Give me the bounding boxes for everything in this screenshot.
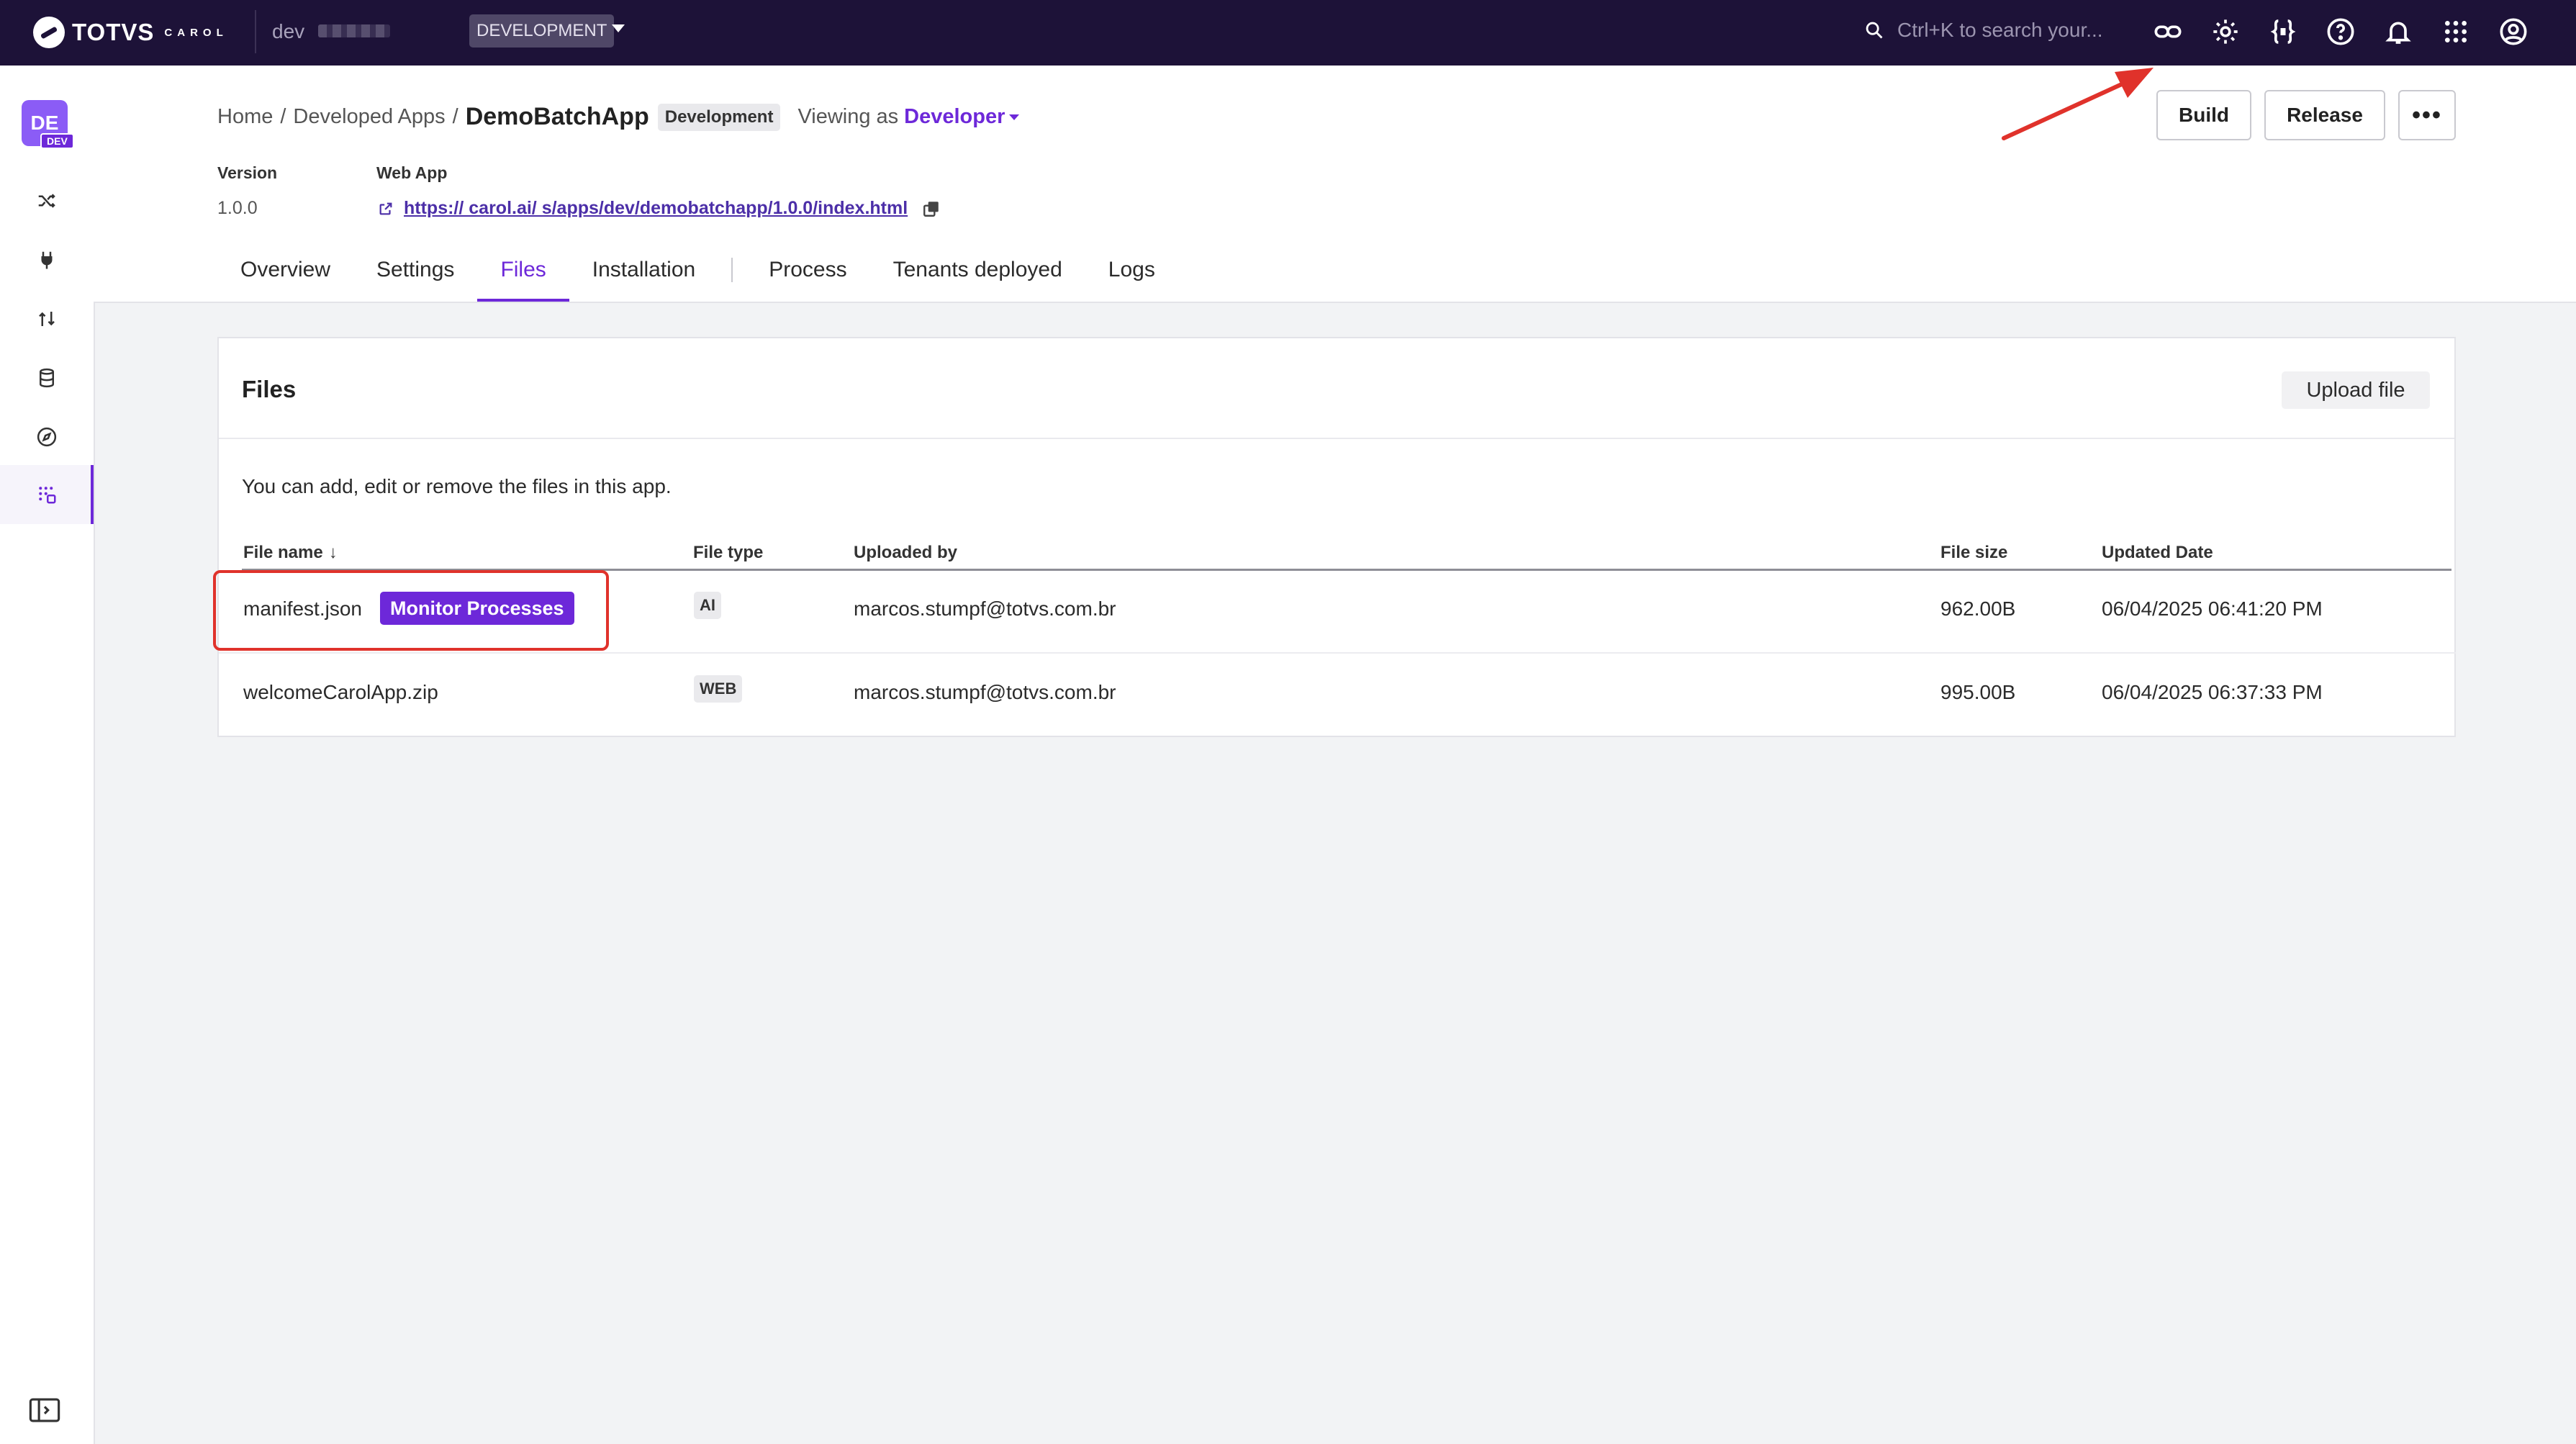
top-bar: TOTVS CAROL dev DEVELOPMENT Ctrl+K to se… bbox=[0, 0, 2576, 66]
totvs-carol-logo[interactable]: TOTVS CAROL bbox=[33, 14, 228, 50]
webapp-link[interactable]: https:// carol.ai/ s/apps/dev/demobatcha… bbox=[378, 198, 941, 219]
annotation-arrow-icon bbox=[2002, 68, 2154, 140]
external-link-icon bbox=[379, 202, 392, 215]
totvs-logo-icon bbox=[33, 17, 65, 48]
tab-installation[interactable]: Installation bbox=[569, 238, 718, 302]
org-env-badge: DEV bbox=[40, 133, 74, 149]
bell-icon[interactable] bbox=[2382, 16, 2414, 48]
database-icon[interactable] bbox=[29, 360, 65, 396]
files-card-title: Files bbox=[242, 376, 297, 402]
webapp-url[interactable]: https:// carol.ai/ s/apps/dev/demobatcha… bbox=[404, 198, 908, 219]
topbar-divider bbox=[255, 10, 256, 53]
role-dropdown-icon[interactable] bbox=[1009, 114, 1020, 120]
file-type-badge: WEB bbox=[694, 675, 743, 703]
logo-subtext: CAROL bbox=[164, 26, 228, 39]
tab-overview[interactable]: Overview bbox=[217, 238, 353, 302]
column-header-updated-date[interactable]: Updated Date bbox=[2102, 543, 2213, 563]
file-type-badge: AI bbox=[694, 592, 721, 619]
apps-icon[interactable] bbox=[29, 477, 65, 513]
files-card: Files Upload file You can add, edit or r… bbox=[217, 337, 2456, 737]
tab-settings[interactable]: Settings bbox=[353, 238, 477, 302]
apps-grid-icon[interactable] bbox=[2440, 16, 2472, 48]
updated-date: 06/04/2025 06:41:20 PM bbox=[2102, 597, 2323, 620]
column-label: File name bbox=[243, 543, 323, 562]
left-navigation-rail: DE DEV bbox=[0, 66, 95, 1444]
expand-sidebar-icon[interactable] bbox=[29, 1397, 60, 1423]
copy-icon[interactable] bbox=[922, 199, 941, 218]
updated-date: 06/04/2025 06:37:33 PM bbox=[2102, 681, 2323, 703]
more-actions-button[interactable]: ••• bbox=[2398, 90, 2456, 140]
breadcrumb-developed-apps[interactable]: Developed Apps bbox=[293, 105, 445, 129]
environment-name[interactable]: dev bbox=[272, 20, 304, 43]
files-description: You can add, edit or remove the files in… bbox=[242, 475, 672, 497]
table-row[interactable]: welcomeCarolApp.zip WEB marcos.stumpf@to… bbox=[219, 654, 2456, 737]
breadcrumb-separator: / bbox=[280, 105, 286, 128]
compass-icon[interactable] bbox=[29, 419, 65, 455]
column-header-file-type[interactable]: File type bbox=[693, 543, 763, 563]
build-button[interactable]: Build bbox=[2156, 90, 2251, 140]
annotation-highlight-box bbox=[213, 570, 609, 651]
link-icon[interactable] bbox=[2152, 16, 2184, 48]
plug-icon[interactable] bbox=[29, 242, 65, 278]
tab-process[interactable]: Process bbox=[746, 238, 869, 302]
tab-logs[interactable]: Logs bbox=[1085, 238, 1178, 302]
environment-badge[interactable]: DEVELOPMENT bbox=[469, 14, 615, 48]
breadcrumb-home[interactable]: Home bbox=[217, 105, 273, 129]
uploaded-by: marcos.stumpf@totvs.com.br bbox=[854, 597, 1116, 620]
environment-pill: Development bbox=[657, 103, 781, 131]
breadcrumb: Home / Developed Apps / DemoBatchApp Dev… bbox=[217, 103, 1020, 131]
column-header-file-size[interactable]: File size bbox=[1940, 543, 2007, 563]
file-name[interactable]: welcomeCarolApp.zip bbox=[243, 681, 438, 704]
webapp-label: Web App bbox=[376, 163, 448, 182]
uploaded-by: marcos.stumpf@totvs.com.br bbox=[854, 681, 1116, 703]
column-header-uploaded-by[interactable]: Uploaded by bbox=[854, 543, 957, 563]
app-header: Home / Developed Apps / DemoBatchApp Dev… bbox=[94, 66, 2576, 303]
files-card-header: Files Upload file bbox=[219, 338, 2454, 439]
column-header-file-name[interactable]: File name ↓ bbox=[243, 543, 338, 563]
app-tabs: Overview Settings Files Installation Pro… bbox=[217, 238, 1178, 302]
release-button[interactable]: Release bbox=[2264, 90, 2385, 140]
role-selector[interactable]: Developer bbox=[904, 105, 1005, 129]
code-icon[interactable] bbox=[2267, 16, 2299, 48]
process-arrows-icon[interactable] bbox=[29, 301, 65, 337]
search-input[interactable]: Ctrl+K to search your... bbox=[1897, 19, 2103, 42]
file-size: 962.00B bbox=[1940, 597, 2016, 620]
shuffle-icon[interactable] bbox=[29, 183, 65, 219]
tab-files[interactable]: Files bbox=[477, 238, 570, 302]
account-icon[interactable] bbox=[2498, 16, 2529, 48]
redacted-environment-id bbox=[318, 24, 390, 37]
breadcrumb-separator: / bbox=[452, 105, 458, 128]
sort-desc-icon[interactable]: ↓ bbox=[329, 543, 338, 563]
upload-file-button[interactable]: Upload file bbox=[2282, 371, 2430, 409]
tab-tenants-deployed[interactable]: Tenants deployed bbox=[870, 238, 1085, 302]
file-size: 995.00B bbox=[1940, 681, 2016, 703]
search-icon[interactable] bbox=[1864, 20, 1884, 40]
environment-dropdown-icon[interactable] bbox=[612, 24, 625, 32]
page-title: DemoBatchApp bbox=[465, 103, 649, 130]
version-label: Version bbox=[217, 163, 278, 182]
logo-text: TOTVS bbox=[72, 19, 155, 45]
version-value: 1.0.0 bbox=[217, 198, 258, 218]
viewing-as-label: Viewing as bbox=[797, 105, 899, 128]
tab-divider bbox=[731, 258, 733, 282]
settings-icon[interactable] bbox=[2210, 16, 2241, 48]
help-icon[interactable] bbox=[2325, 16, 2356, 48]
